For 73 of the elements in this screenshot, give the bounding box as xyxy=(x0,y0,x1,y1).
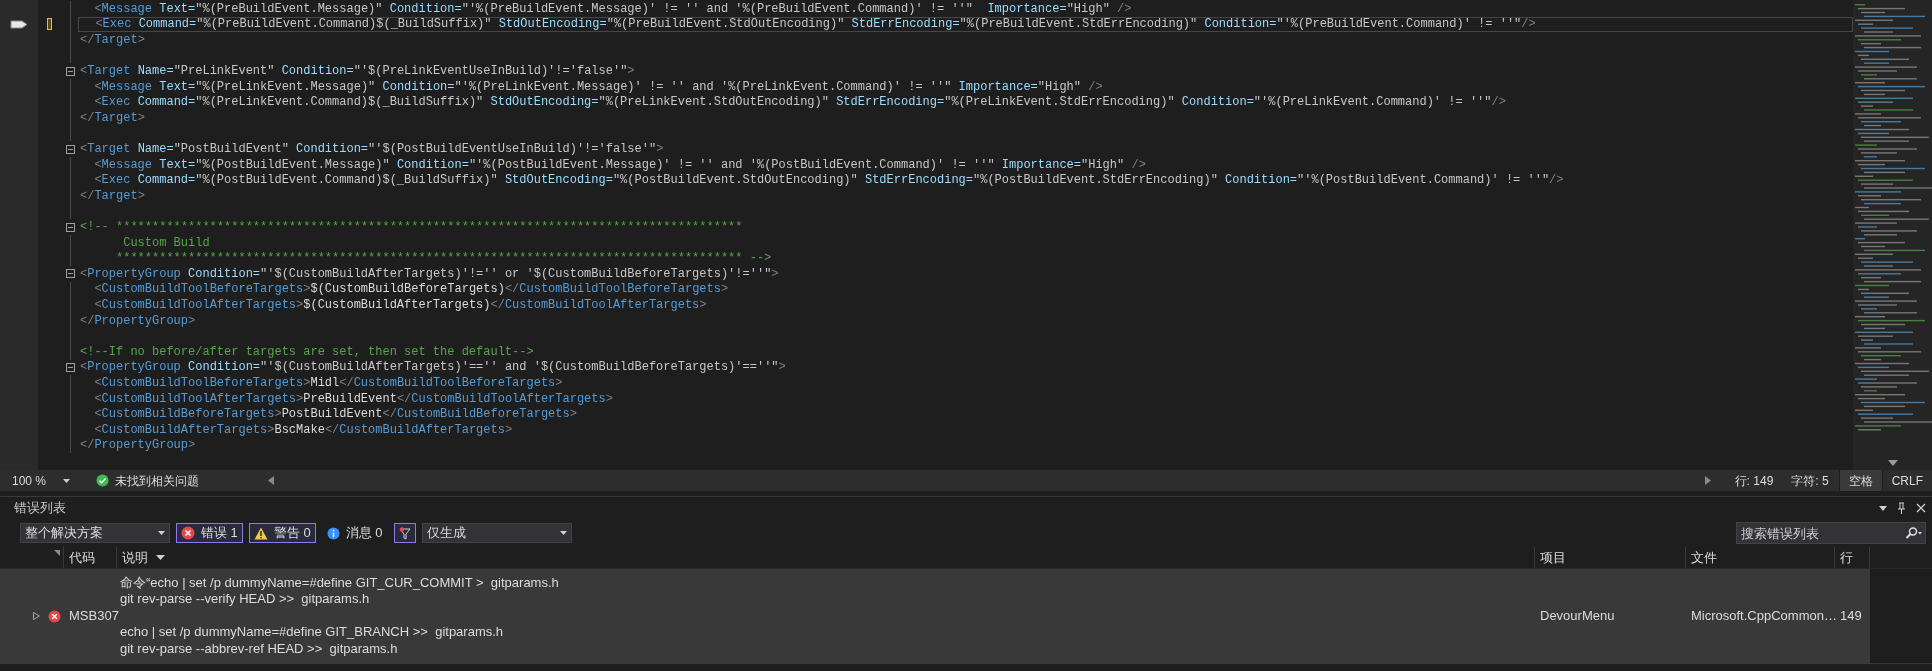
scroll-down-icon[interactable] xyxy=(1887,460,1898,466)
error-icon xyxy=(181,526,195,540)
code-line: <CustomBuildToolAfterTargets>$(CustomBuildAfterTargets)</CustomBuildToolAfterTargets> xyxy=(93,297,707,315)
code-line: <CustomBuildAfterTargets>BscMake</CustomBuildAfterTargets> xyxy=(93,421,513,439)
panel-title: 错误列表 xyxy=(14,499,66,518)
code-line: </PropertyGroup> xyxy=(80,437,196,455)
expand-arrow-icon[interactable] xyxy=(33,612,40,620)
search-field[interactable]: 搜索错误列表 xyxy=(1736,522,1926,544)
zoom-dropdown[interactable]: 100 % xyxy=(0,470,78,491)
collapse-icon[interactable] xyxy=(65,144,75,154)
warning-icon xyxy=(253,526,268,540)
line-number: 149 xyxy=(1840,608,1862,624)
file-name: Microsoft.CppCommon… xyxy=(1691,608,1837,624)
char-indicator[interactable]: 字符: 5 xyxy=(1791,471,1829,490)
code-line: </Target> xyxy=(80,187,145,205)
column-header[interactable]: 行 xyxy=(1835,547,1870,568)
code-line: <CustomBuildToolBeforeTargets>$(CustomBuildBeforeTargets)</CustomBuildToolBeforeTargets> xyxy=(93,281,729,299)
sort-descending-icon[interactable] xyxy=(156,555,165,560)
code-line: <CustomBuildBeforeTargets>PostBuildEvent</CustomBuildBeforeTargets> xyxy=(93,406,577,424)
code-line: <Message Text="%(PreLinkEvent.Message)" Condition="'%(PreLinkEvent.Message)' != '' and '%(PreLinkEvent.Command)' != ''" Importance="High" /> xyxy=(93,78,1103,96)
code-line: </Target> xyxy=(80,32,145,49)
info-icon xyxy=(326,526,340,540)
collapse-icon[interactable] xyxy=(65,362,75,372)
column-header[interactable]: 项目 xyxy=(1535,547,1686,568)
code-comment: Custom Build xyxy=(122,234,210,252)
caret-icon xyxy=(158,531,165,535)
scroll-left-icon[interactable] xyxy=(268,476,274,485)
code-comment: *************************************************************************************** --> xyxy=(115,250,772,268)
code-line: </Target> xyxy=(80,109,145,127)
code-line: <Exec Command="%(PreLinkEvent.Command)$(_BuildSuffix)" StdOutEncoding="%(PreLinkEvent.StdOutEncoding)" StdErrEncoding="%(PreLinkEvent.StdErrEncoding)" Condition="'%(PreLinkEvent.Command)' != ''"/> xyxy=(93,94,1506,112)
collapse-icon[interactable] xyxy=(65,222,75,232)
code-line: <PropertyGroup Condition="'$(CustomBuildAfterTargets)'=='' and '$(CustomBuildBeforeTargets)'==''"> xyxy=(80,359,786,377)
build-filter-button[interactable] xyxy=(393,523,416,543)
code-line: <Target Name="PostBuildEvent" Condition="'$(PostBuildEventUseInBuild)'!='false'"> xyxy=(80,141,664,159)
error-code: MSB307 xyxy=(69,608,119,624)
pin-icon[interactable] xyxy=(1897,502,1906,514)
error-row[interactable] xyxy=(0,569,1870,663)
code-comment: <!--If no before/after targets are set, then set the default--> xyxy=(80,343,534,361)
close-icon[interactable] xyxy=(1916,503,1926,513)
scroll-right-icon[interactable] xyxy=(1704,476,1711,485)
issues-status[interactable]: 未找到相关问题 xyxy=(115,471,199,490)
check-icon xyxy=(96,474,109,487)
code-line: <Message Text="%(PostBuildEvent.Message)" Condition="'%(PostBuildEvent.Message)' != '' and '%(PostBuildEvent.Command)' != ''" Importance="High" /> xyxy=(93,156,1146,174)
code-line: <CustomBuildToolBeforeTargets>Midl</CustomBuildToolBeforeTargets> xyxy=(93,375,563,393)
filter-toggle[interactable]: 消息 0 xyxy=(321,523,388,543)
source-dropdown[interactable]: 仅生成 xyxy=(421,523,572,543)
indent-mode-button[interactable]: 空格 xyxy=(1838,470,1882,491)
caret-icon xyxy=(63,478,70,483)
code-line: <PropertyGroup Condition="'$(CustomBuildAfterTargets)'!='' or '$(CustomBuildBeforeTargets)'!=''"> xyxy=(80,265,779,283)
error-icon xyxy=(48,609,61,623)
column-options-icon[interactable] xyxy=(54,550,60,556)
column-header[interactable]: 代码 xyxy=(64,547,117,568)
caret-icon xyxy=(559,531,567,535)
code-comment: <!-- *************************************************************************************** xyxy=(80,219,743,237)
line-indicator[interactable]: 行: 149 xyxy=(1734,471,1774,490)
filter-icon xyxy=(398,526,411,540)
project-name: DevourMenu xyxy=(1540,608,1615,624)
code-line: </PropertyGroup> xyxy=(80,312,196,330)
column-header[interactable]: 说明 xyxy=(122,547,148,568)
code-line: <Message Text="%(PreBuildEvent.Message)" Condition="'%(PreBuildEvent.Message)' != '' and '%(PreBuildEvent.Command)' != ''" Importance="High" /> xyxy=(93,0,1132,18)
error-description: 命令“echo | set /p dummyName=#define GIT_CUR_COMMIT > gitparams.h git rev-parse --verify HEAD >> gitparams.h echo | set /p dummyName=#define GIT_BRANCH >> gitparams.h git rev-parse --abbrev-ref HEAD >> gitparams.h xyxy=(120,574,560,658)
code-line: <Exec Command="%(PostBuildEvent.Command)$(_BuildSuffix)" StdOutEncoding="%(PostBuildEvent.StdOutEncoding)" StdErrEncoding="%(PostBuildEvent.StdErrEncoding)" Condition="'%(PostBuildEvent.Command)' != ''"/> xyxy=(93,172,1564,190)
search-icon[interactable] xyxy=(1905,527,1923,539)
dropdown-icon[interactable] xyxy=(1879,505,1887,511)
filter-toggle[interactable]: 警告 0 xyxy=(248,523,316,543)
column-header[interactable]: 文件 xyxy=(1686,547,1835,568)
code-line: <CustomBuildToolAfterTargets>PreBuildEvent</CustomBuildToolAfterTargets> xyxy=(93,390,613,408)
filter-toggle[interactable]: 错误 1 xyxy=(176,523,243,543)
code-line: <Target Name="PreLinkEvent" Condition="'$(PreLinkEventUseInBuild)'!='false'"> xyxy=(80,63,635,81)
scope-dropdown[interactable]: 整个解决方案 xyxy=(20,523,170,543)
collapse-icon[interactable] xyxy=(65,269,75,279)
code-line: <Exec Command="%(PreBuildEvent.Command)$(_BuildSuffix)" StdOutEncoding="%(PreBuildEvent.StdOutEncoding)" StdErrEncoding="%(PreBuildEvent.StdErrEncoding)" Condition="'%(PreBuildEvent.Command)' != ''"/> xyxy=(94,16,1536,34)
collapse-icon[interactable] xyxy=(65,66,75,76)
